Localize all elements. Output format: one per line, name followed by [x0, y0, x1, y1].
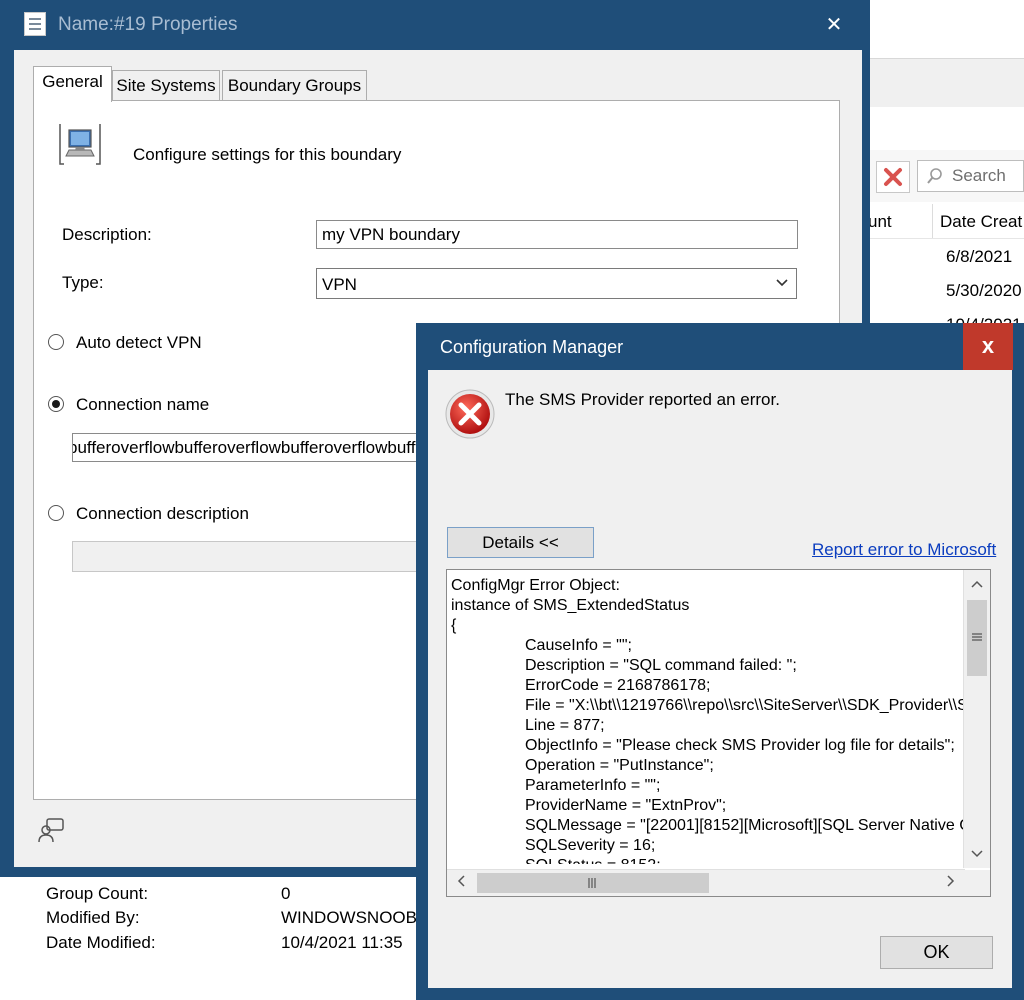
vertical-scrollbar[interactable]	[963, 570, 990, 868]
list-item[interactable]: 6/8/2021	[860, 240, 1024, 274]
column-header-date-created[interactable]: Date Creat	[940, 212, 1022, 232]
connection-name-label[interactable]: Connection name	[76, 395, 209, 415]
delete-x-icon	[884, 168, 902, 186]
error-details-text: ConfigMgr Error Object: instance of SMS_E…	[451, 576, 963, 864]
error-detail-line: SQLMessage = "[22001][8152][Microsoft][S…	[525, 817, 963, 834]
list-column-header: unt Date Creat	[860, 204, 1024, 239]
date-modified-value: 10/4/2021 11:35	[281, 933, 403, 952]
console-ribbon	[860, 58, 1024, 107]
group-count-value: 0	[281, 884, 291, 903]
description-input[interactable]: my VPN boundary	[316, 220, 798, 249]
error-details-textbox[interactable]: ConfigMgr Error Object: instance of SMS_E…	[446, 569, 991, 897]
details-button[interactable]: Details <<	[447, 527, 594, 558]
error-detail-line: Line = 877;	[525, 717, 605, 734]
error-detail-line: ObjectInfo = "Please check SMS Provider …	[525, 737, 955, 754]
error-close-button[interactable]: x	[963, 323, 1013, 370]
error-detail-line: Operation = "PutInstance";	[525, 757, 714, 774]
modified-by-value: WINDOWSNOOB	[281, 908, 417, 927]
user-feedback-icon[interactable]	[36, 816, 66, 844]
scroll-right-icon[interactable]	[939, 871, 963, 895]
console-background	[860, 0, 1024, 58]
error-detail-line: ParameterInfo = "";	[525, 777, 661, 794]
network-computer-icon	[59, 124, 101, 165]
error-icon	[445, 389, 495, 439]
scroll-left-icon[interactable]	[449, 871, 473, 895]
properties-close-button[interactable]: ✕	[818, 12, 850, 38]
tab-boundary-groups[interactable]: Boundary Groups	[222, 70, 367, 101]
error-detail-line: {	[451, 617, 457, 634]
scrollbar-corner	[964, 870, 990, 896]
scroll-up-icon[interactable]	[965, 572, 989, 596]
modified-by-label: Modified By:	[46, 908, 140, 927]
error-message: The SMS Provider reported an error.	[505, 390, 780, 409]
column-header-count[interactable]: unt	[868, 212, 892, 232]
search-box[interactable]: Search	[917, 160, 1024, 192]
error-detail-line: File = "X:\\bt\\1219766\\repo\\src\\Site…	[525, 697, 963, 714]
type-select[interactable]: VPN	[316, 268, 797, 299]
error-dialog-title: Configuration Manager	[440, 337, 624, 357]
vertical-scroll-thumb[interactable]	[967, 600, 987, 676]
connection-name-radio[interactable]	[48, 396, 64, 412]
auto-detect-vpn-label[interactable]: Auto detect VPN	[76, 333, 202, 353]
grip-icon	[588, 878, 596, 888]
report-error-link[interactable]: Report error to Microsoft	[812, 540, 996, 560]
type-select-value: VPN	[322, 275, 357, 294]
error-detail-line: instance of SMS_ExtendedStatus	[451, 597, 690, 614]
properties-window-icon	[24, 12, 46, 36]
grip-icon	[972, 633, 982, 641]
error-detail-line: ErrorCode = 2168786178;	[525, 677, 711, 694]
error-detail-line: SQLSeverity = 16;	[525, 837, 656, 854]
auto-detect-vpn-radio[interactable]	[48, 334, 64, 350]
connection-description-radio[interactable]	[48, 505, 64, 521]
group-count-label: Group Count:	[46, 884, 149, 903]
error-detail-line: CauseInfo = "";	[525, 637, 632, 654]
error-detail-line: ConfigMgr Error Object:	[451, 577, 620, 594]
description-label: Description:	[62, 225, 152, 244]
error-detail-line: SQLStatus = 8152;	[451, 856, 963, 864]
horizontal-scrollbar[interactable]	[447, 869, 965, 896]
search-label: Search	[952, 166, 1006, 185]
date-modified-label: Date Modified:	[46, 933, 156, 952]
ok-button[interactable]: OK	[880, 936, 993, 969]
connection-description-label[interactable]: Connection description	[76, 504, 249, 524]
boundary-header-text: Configure settings for this boundary	[133, 145, 402, 164]
properties-title: Name:#19 Properties	[58, 14, 238, 35]
error-detail-line: Description = "SQL command failed: ";	[525, 657, 797, 674]
type-label: Type:	[62, 273, 104, 292]
tab-site-systems[interactable]: Site Systems	[112, 70, 220, 101]
tab-general[interactable]: General	[33, 66, 112, 102]
delete-button[interactable]	[876, 161, 910, 193]
connection-name-input[interactable]: bufferoverflowbufferoverflowbufferoverfl…	[72, 433, 422, 462]
list-item[interactable]: 5/30/2020	[860, 274, 1024, 308]
connection-description-input	[72, 541, 422, 572]
search-icon	[927, 168, 942, 184]
list-item-date: 5/30/2020	[946, 281, 1022, 300]
scroll-down-icon[interactable]	[965, 842, 989, 866]
horizontal-scroll-thumb[interactable]	[477, 873, 709, 893]
error-detail-line: ProviderName = "ExtnProv";	[525, 797, 727, 814]
chevron-down-icon	[776, 279, 788, 287]
list-item-date: 6/8/2021	[946, 247, 1013, 266]
